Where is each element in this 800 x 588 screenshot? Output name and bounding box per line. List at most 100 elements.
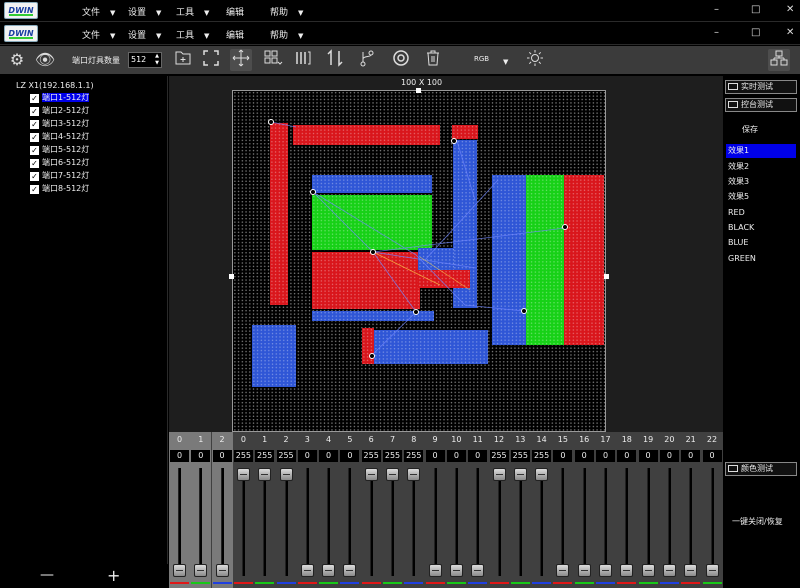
channel-value[interactable]: 255 <box>361 450 381 462</box>
fader-track[interactable] <box>582 468 586 576</box>
fader-knob[interactable] <box>471 564 485 577</box>
node-handle[interactable] <box>521 308 527 314</box>
channel-value[interactable]: 0 <box>468 450 488 462</box>
channel-value[interactable]: 255 <box>255 450 275 462</box>
fader-track[interactable] <box>220 468 224 576</box>
node-handle[interactable] <box>310 189 316 195</box>
channel-value[interactable]: 0 <box>212 450 232 462</box>
node-handle[interactable] <box>370 249 376 255</box>
resize-handle[interactable] <box>416 88 421 93</box>
fader-knob[interactable] <box>641 564 655 577</box>
fader-track[interactable] <box>369 468 373 576</box>
fader-track[interactable] <box>476 468 480 576</box>
channel-value[interactable]: 0 <box>170 450 189 462</box>
fader-knob[interactable] <box>236 468 250 481</box>
fader-track[interactable] <box>689 468 693 576</box>
one-key-off-button[interactable]: 一键关闭/恢复 <box>732 516 783 527</box>
channel-value[interactable]: 0 <box>191 450 211 462</box>
channel-value[interactable]: 0 <box>319 450 339 462</box>
effect-item[interactable]: BLUE <box>726 236 796 250</box>
fader-track[interactable] <box>178 468 181 576</box>
channel-value[interactable]: 0 <box>702 450 722 462</box>
channel-value[interactable]: 0 <box>638 450 658 462</box>
fader-knob[interactable] <box>279 468 293 481</box>
effect-item[interactable]: 效果3 <box>726 175 796 189</box>
fader-knob[interactable] <box>662 564 676 577</box>
fader-track[interactable] <box>454 468 458 576</box>
channel-value[interactable]: 0 <box>659 450 679 462</box>
channel-value[interactable]: 255 <box>276 450 296 462</box>
fader-track[interactable] <box>348 468 352 576</box>
channel-value[interactable]: 0 <box>574 450 594 462</box>
fader-knob[interactable] <box>300 564 314 577</box>
fader-track[interactable] <box>710 468 714 576</box>
fader-knob[interactable] <box>258 468 272 481</box>
fader-track[interactable] <box>412 468 416 576</box>
fader-track[interactable] <box>646 468 650 576</box>
fader-knob[interactable] <box>705 564 719 577</box>
channel-value[interactable]: 0 <box>617 450 637 462</box>
channel-value[interactable]: 255 <box>404 450 424 462</box>
fader-knob[interactable] <box>684 564 698 577</box>
effect-item[interactable]: 效果1 <box>726 144 796 158</box>
console-test-button[interactable]: 控台测试 <box>725 98 797 112</box>
channel-value[interactable]: 0 <box>340 450 360 462</box>
fader-knob[interactable] <box>535 468 549 481</box>
resize-handle[interactable] <box>604 274 609 279</box>
fader-knob[interactable] <box>386 468 399 481</box>
fader-knob[interactable] <box>428 564 442 577</box>
node-handle[interactable] <box>369 353 375 359</box>
fader-track[interactable] <box>284 468 288 576</box>
fader-knob[interactable] <box>513 468 527 481</box>
fader-track[interactable] <box>518 468 522 576</box>
node-handle[interactable] <box>268 119 274 125</box>
fader-track[interactable] <box>433 468 437 576</box>
channel-value[interactable]: 0 <box>425 450 445 462</box>
resize-handle[interactable] <box>229 274 234 279</box>
fader-knob[interactable] <box>194 564 208 577</box>
effect-item[interactable]: RED <box>726 206 796 220</box>
fader-knob[interactable] <box>556 564 570 577</box>
channel-value[interactable]: 255 <box>489 450 509 462</box>
fader-track[interactable] <box>625 468 629 576</box>
channel-value[interactable]: 255 <box>510 450 530 462</box>
color-test-button[interactable]: 颜色测试 <box>725 462 797 476</box>
fader-track[interactable] <box>604 468 607 576</box>
channel-value[interactable]: 0 <box>681 450 701 462</box>
fader-knob[interactable] <box>343 564 357 577</box>
fader-knob[interactable] <box>322 564 336 577</box>
fader-track[interactable] <box>667 468 671 576</box>
fader-knob[interactable] <box>620 564 634 577</box>
node-handle[interactable] <box>451 138 457 144</box>
channel-value[interactable]: 0 <box>596 450 615 462</box>
fader-knob[interactable] <box>407 468 421 481</box>
fader-knob[interactable] <box>364 468 378 481</box>
fader-knob[interactable] <box>173 564 186 577</box>
fader-track[interactable] <box>199 468 203 576</box>
channel-value[interactable]: 0 <box>446 450 466 462</box>
channel-value[interactable]: 255 <box>532 450 552 462</box>
fader-knob[interactable] <box>449 564 463 577</box>
channel-value[interactable]: 0 <box>297 450 317 462</box>
channel-value[interactable]: 255 <box>233 450 253 462</box>
fader-track[interactable] <box>263 468 267 576</box>
fader-track[interactable] <box>241 468 245 576</box>
fader-track[interactable] <box>391 468 394 576</box>
fader-track[interactable] <box>561 468 565 576</box>
fader-track[interactable] <box>540 468 544 576</box>
fader-track[interactable] <box>305 468 309 576</box>
fader-knob[interactable] <box>577 564 591 577</box>
effect-item[interactable]: 效果5 <box>726 190 796 204</box>
node-handle[interactable] <box>413 309 419 315</box>
node-handle[interactable] <box>562 224 568 230</box>
realtime-test-button[interactable]: 实时测试 <box>725 80 797 94</box>
channel-value[interactable]: 0 <box>553 450 573 462</box>
effect-item[interactable]: BLACK <box>726 221 796 235</box>
fader-track[interactable] <box>327 468 331 576</box>
fader-track[interactable] <box>497 468 501 576</box>
fader-knob[interactable] <box>599 564 612 577</box>
effect-item[interactable]: GREEN <box>726 252 796 266</box>
effect-item[interactable]: 效果2 <box>726 160 796 174</box>
save-button[interactable]: 保存 <box>742 124 758 135</box>
fader-knob[interactable] <box>492 468 506 481</box>
